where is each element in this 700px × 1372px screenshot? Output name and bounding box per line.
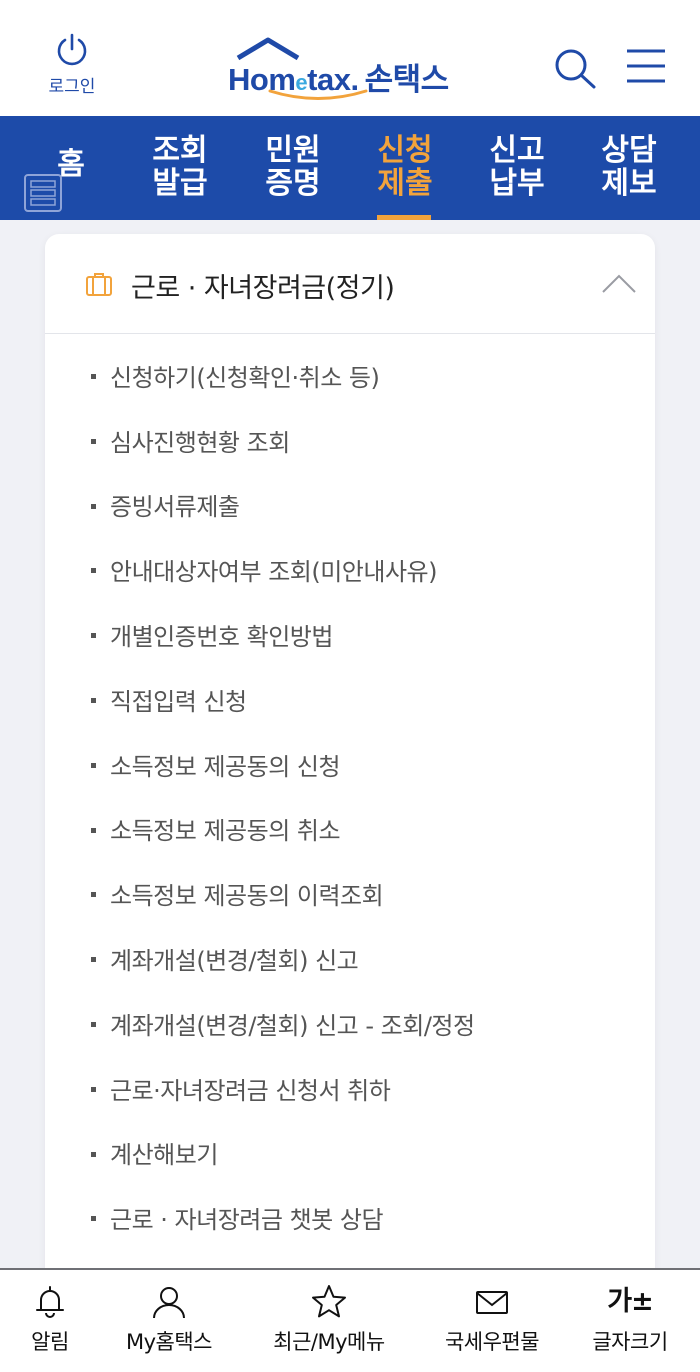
tab-my-hometax[interactable]: My홈택스	[110, 1284, 228, 1364]
login-label: 로그인	[48, 77, 96, 97]
person-icon	[153, 1287, 185, 1319]
star-icon	[312, 1285, 346, 1318]
tab-label: 알림	[31, 1330, 69, 1354]
bullet-icon	[91, 503, 96, 509]
bullet-icon	[91, 1151, 96, 1157]
submenu-item-withdraw[interactable]: 근로·자녀장려금 신청서 취하	[45, 1057, 655, 1122]
tab-font-size[interactable]: 가± 글자크기	[580, 1284, 680, 1364]
bullet-icon	[91, 438, 96, 444]
accordion-card: 근로 · 자녀장려금(정기) 신청하기(신청확인·취소 등) 심사진행현황 조회…	[45, 234, 655, 1294]
app-header: 로그인 Hometax. 손택스	[0, 0, 700, 116]
hamburger-menu-button[interactable]	[624, 46, 668, 86]
bullet-icon	[91, 762, 96, 768]
tab-notifications[interactable]: 알림	[22, 1284, 78, 1364]
nav-tab-consult[interactable]: 상담 제보	[584, 134, 674, 220]
submenu-item-consent-apply[interactable]: 소득정보 제공동의 신청	[45, 733, 655, 798]
hometax-logo[interactable]: Hometax. 손택스	[228, 36, 478, 100]
nav-tab-apply[interactable]: 신청 제출	[360, 134, 450, 220]
nav-tab-civil[interactable]: 민원 증명	[248, 134, 338, 220]
home-stamp-icon	[24, 174, 62, 212]
login-button[interactable]: 로그인	[30, 32, 114, 98]
search-button[interactable]	[552, 46, 598, 90]
nav-tab-lookup[interactable]: 조회 발급	[135, 134, 225, 220]
tab-tax-mail[interactable]: 국세우편물	[432, 1284, 552, 1364]
submenu-item-submit-documents[interactable]: 증빙서류제출	[45, 474, 655, 539]
submenu-item-chatbot[interactable]: 근로 · 자녀장려금 챗봇 상담	[45, 1186, 655, 1251]
bullet-icon	[91, 1086, 96, 1092]
bottom-tabbar: 알림 My홈택스 최근/My메뉴 국세우편물 가± 글자크기	[0, 1268, 700, 1372]
logo-smile-icon	[268, 89, 368, 100]
submenu-item-account-lookup[interactable]: 계좌개설(변경/철회) 신고 - 조회/정정	[45, 992, 655, 1057]
tab-label: 최근/My메뉴	[273, 1330, 385, 1354]
submenu-item-calculator[interactable]: 계산해보기	[45, 1122, 655, 1187]
mail-icon	[476, 1291, 508, 1314]
search-icon	[555, 49, 596, 89]
submenu-item-consent-history[interactable]: 소득정보 제공동의 이력조회	[45, 862, 655, 927]
tab-label: 글자크기	[592, 1330, 668, 1354]
bullet-icon	[91, 957, 96, 963]
briefcase-icon	[86, 273, 112, 296]
main-nav: 홈 조회 발급 민원 증명 신청 제출 신고 납부 상담 제보	[0, 116, 700, 220]
submenu-item-account-report[interactable]: 계좌개설(변경/철회) 신고	[45, 927, 655, 992]
submenu-item-review-status[interactable]: 심사진행현황 조회	[45, 409, 655, 474]
bullet-icon	[91, 1216, 96, 1222]
submenu-item-direct-input[interactable]: 직접입력 신청	[45, 668, 655, 733]
bullet-icon	[91, 633, 96, 639]
submenu-item-auth-number[interactable]: 개별인증번호 확인방법	[45, 603, 655, 668]
bullet-icon	[91, 1021, 96, 1027]
bullet-icon	[91, 892, 96, 898]
submenu-list: 신청하기(신청확인·취소 등) 심사진행현황 조회 증빙서류제출 안내대상자여부…	[45, 344, 655, 1251]
bullet-icon	[91, 374, 96, 379]
hamburger-icon	[627, 49, 665, 83]
accordion-title: 근로 · 자녀장려금(정기)	[131, 273, 395, 304]
bullet-icon	[91, 827, 96, 833]
accordion-header[interactable]: 근로 · 자녀장려금(정기)	[45, 234, 655, 334]
bullet-icon	[91, 568, 96, 574]
tab-label: My홈택스	[125, 1330, 213, 1354]
font-size-icon: 가±	[607, 1286, 653, 1317]
submenu-item-consent-cancel[interactable]: 소득정보 제공동의 취소	[45, 798, 655, 863]
tab-label: 국세우편물	[444, 1330, 540, 1354]
bullet-icon	[91, 697, 96, 703]
nav-tab-report[interactable]: 신고 납부	[472, 134, 562, 220]
submenu-item-apply[interactable]: 신청하기(신청확인·취소 등)	[45, 344, 655, 409]
submenu-item-eligibility-check[interactable]: 안내대상자여부 조회(미안내사유)	[45, 538, 655, 603]
power-icon	[57, 33, 87, 66]
bell-icon	[36, 1286, 64, 1318]
tab-recent-menu[interactable]: 최근/My메뉴	[258, 1284, 400, 1364]
chevron-up-icon[interactable]	[601, 272, 637, 294]
